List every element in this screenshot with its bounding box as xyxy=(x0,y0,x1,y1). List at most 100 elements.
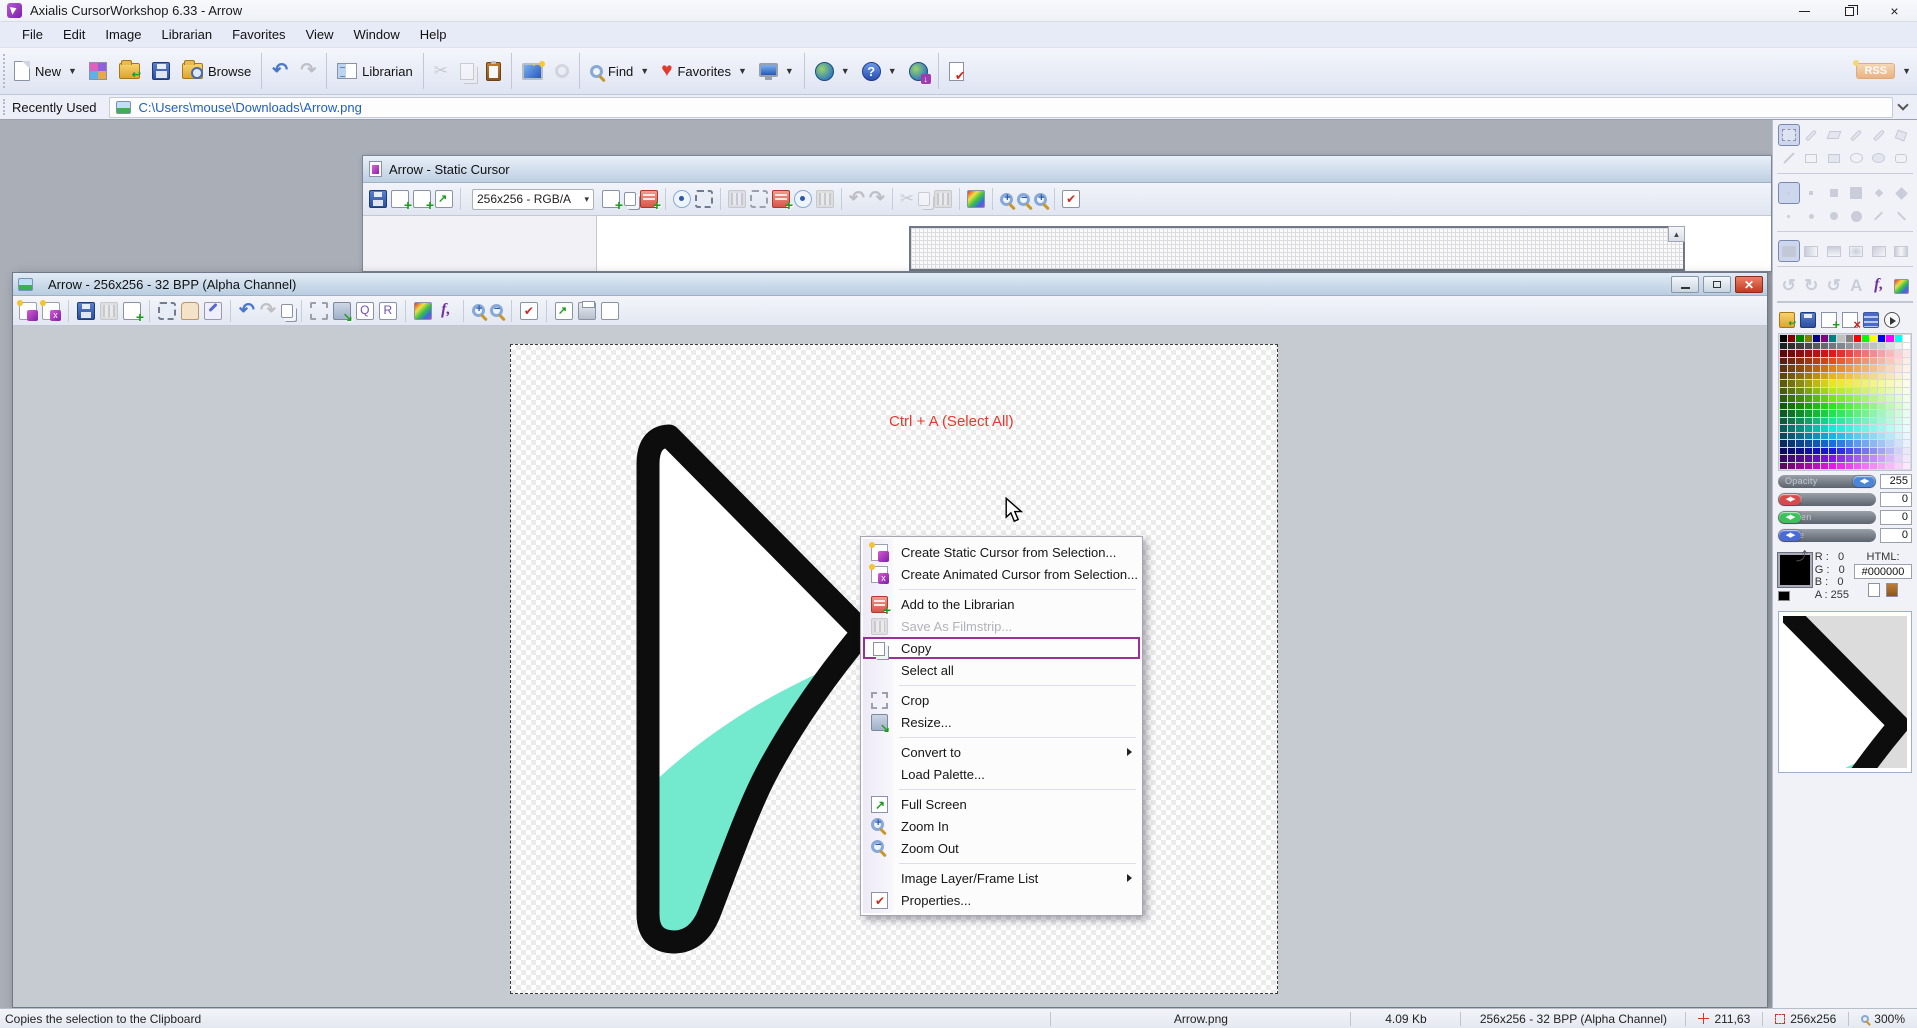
doc-save-button[interactable] xyxy=(77,302,95,320)
red-value[interactable]: 0 xyxy=(1880,492,1912,507)
palette-swatch[interactable] xyxy=(1780,410,1787,417)
palette-swatch[interactable] xyxy=(1878,425,1885,432)
palette-swatch[interactable] xyxy=(1829,410,1836,417)
menu-item-full-screen[interactable]: Full Screen xyxy=(863,793,1140,815)
palette-swatch[interactable] xyxy=(1878,418,1885,425)
print-button[interactable] xyxy=(578,302,596,320)
gradient-vertical-button[interactable] xyxy=(1823,240,1845,262)
menu-item-select-all[interactable]: Select all xyxy=(863,659,1140,681)
palette-swatch[interactable] xyxy=(1821,455,1828,462)
palette-swatch[interactable] xyxy=(1854,433,1861,440)
palette-swatch[interactable] xyxy=(1796,388,1803,395)
palette-swatch[interactable] xyxy=(1837,343,1844,350)
copy-button[interactable] xyxy=(454,59,480,84)
palette-swatch[interactable] xyxy=(1813,388,1820,395)
menu-item-image-layer-frame-list[interactable]: Image Layer/Frame List xyxy=(863,867,1140,889)
palette-swatch[interactable] xyxy=(1903,350,1910,357)
palette-swatch[interactable] xyxy=(1829,463,1836,470)
palette-swatch[interactable] xyxy=(1821,448,1828,455)
eraser-tool-button[interactable] xyxy=(1823,124,1845,146)
new-button[interactable]: New ▼ xyxy=(8,57,83,85)
palette-swatch[interactable] xyxy=(1813,395,1820,402)
rotate-right-button[interactable]: ↺ xyxy=(1823,275,1845,297)
palette-swatch[interactable] xyxy=(1895,403,1902,410)
palette-swatch[interactable] xyxy=(1862,373,1869,380)
palette-swatch[interactable] xyxy=(1805,440,1812,447)
palette-swatch[interactable] xyxy=(1837,410,1844,417)
palette-swatch[interactable] xyxy=(1846,418,1853,425)
palette-swatch[interactable] xyxy=(1821,343,1828,350)
palette-swatch[interactable] xyxy=(1878,463,1885,470)
menu-item-load-palette[interactable]: Load Palette... xyxy=(863,763,1140,785)
menu-item-resize[interactable]: Resize... xyxy=(863,711,1140,733)
palette-swatch[interactable] xyxy=(1870,343,1877,350)
palette-swatch[interactable] xyxy=(1846,403,1853,410)
palette-swatch[interactable] xyxy=(1813,350,1820,357)
find-dropdown-arrow[interactable]: ▼ xyxy=(640,66,649,76)
add-image-button[interactable] xyxy=(391,190,409,208)
doc-zoom-in-button[interactable] xyxy=(472,304,485,317)
palette-swatch[interactable] xyxy=(1796,403,1803,410)
palette-swatch[interactable] xyxy=(1903,448,1910,455)
menu-item-crop[interactable]: Crop xyxy=(863,689,1140,711)
palette-swatch[interactable] xyxy=(1805,425,1812,432)
magic-wand-button[interactable] xyxy=(204,302,222,320)
blue-thumb[interactable]: ◀▶ xyxy=(1779,530,1801,541)
palette-swatch[interactable] xyxy=(1788,448,1795,455)
palette-swatch[interactable] xyxy=(1846,440,1853,447)
palette-swatch[interactable] xyxy=(1878,358,1885,365)
palette-swatch[interactable] xyxy=(1870,403,1877,410)
palette-swatch[interactable] xyxy=(1796,358,1803,365)
palette-swatch[interactable] xyxy=(1870,410,1877,417)
favorites-dropdown-arrow[interactable]: ▼ xyxy=(738,66,747,76)
doc-undo-button[interactable]: ↶ xyxy=(239,302,255,320)
hotspot-tool-button[interactable] xyxy=(673,190,691,208)
palette-swatch[interactable] xyxy=(1829,350,1836,357)
palette-swatch[interactable] xyxy=(1788,395,1795,402)
palette-swatch[interactable] xyxy=(1870,373,1877,380)
palette-swatch[interactable] xyxy=(1796,343,1803,350)
static-paste-button[interactable] xyxy=(934,190,952,208)
view-layers-toggle[interactable] xyxy=(772,190,790,208)
view-transparency-toggle[interactable] xyxy=(794,190,812,208)
palette-swatch[interactable] xyxy=(1821,440,1828,447)
static-zoom-in-button[interactable] xyxy=(1000,193,1013,206)
web-button[interactable]: ▼ xyxy=(809,58,856,85)
palette-swatch[interactable] xyxy=(1878,365,1885,372)
new-dropdown-arrow[interactable]: ▼ xyxy=(68,66,77,76)
static-test-button[interactable] xyxy=(1062,190,1080,208)
palette-swatch[interactable] xyxy=(1805,433,1812,440)
opacity-value[interactable]: 255 xyxy=(1880,474,1912,489)
save-palette-button[interactable] xyxy=(1800,312,1816,328)
delete-color-button[interactable] xyxy=(1842,312,1858,328)
palette-swatch[interactable] xyxy=(1780,418,1787,425)
palette-swatch[interactable] xyxy=(1829,418,1836,425)
palette-swatch[interactable] xyxy=(1821,425,1828,432)
palette-swatch[interactable] xyxy=(1829,433,1836,440)
size-dot-tiny-button[interactable] xyxy=(1778,205,1800,227)
palette-swatch[interactable] xyxy=(1780,388,1787,395)
palette-swatch[interactable] xyxy=(1780,440,1787,447)
static-undo-button[interactable]: ↶ xyxy=(849,190,865,208)
open-button[interactable] xyxy=(113,59,146,83)
save-button[interactable] xyxy=(146,58,176,84)
doc-copy-button[interactable] xyxy=(281,304,293,318)
palette-swatch[interactable] xyxy=(1895,463,1902,470)
create-static-cursor-button[interactable] xyxy=(19,302,37,320)
palette-swatch[interactable] xyxy=(1837,373,1844,380)
green-slider[interactable]: Green ◀▶ xyxy=(1778,511,1876,524)
palette-swatch[interactable] xyxy=(1813,440,1820,447)
palette-swatch[interactable] xyxy=(1878,395,1885,402)
static-zoom-out-button[interactable] xyxy=(1017,193,1030,206)
menu-edit[interactable]: Edit xyxy=(53,24,95,45)
palette-swatch[interactable] xyxy=(1862,343,1869,350)
palette-swatch[interactable] xyxy=(1788,433,1795,440)
palette-swatch[interactable] xyxy=(1878,388,1885,395)
palette-swatch[interactable] xyxy=(1862,433,1869,440)
rotate-button[interactable]: Q xyxy=(356,302,374,320)
view-extra-toggle[interactable] xyxy=(816,190,834,208)
palette-swatch[interactable] xyxy=(1829,365,1836,372)
palette-swatch[interactable] xyxy=(1805,335,1812,342)
preview-button[interactable]: ▼ xyxy=(753,59,800,84)
options-button[interactable] xyxy=(549,60,575,82)
